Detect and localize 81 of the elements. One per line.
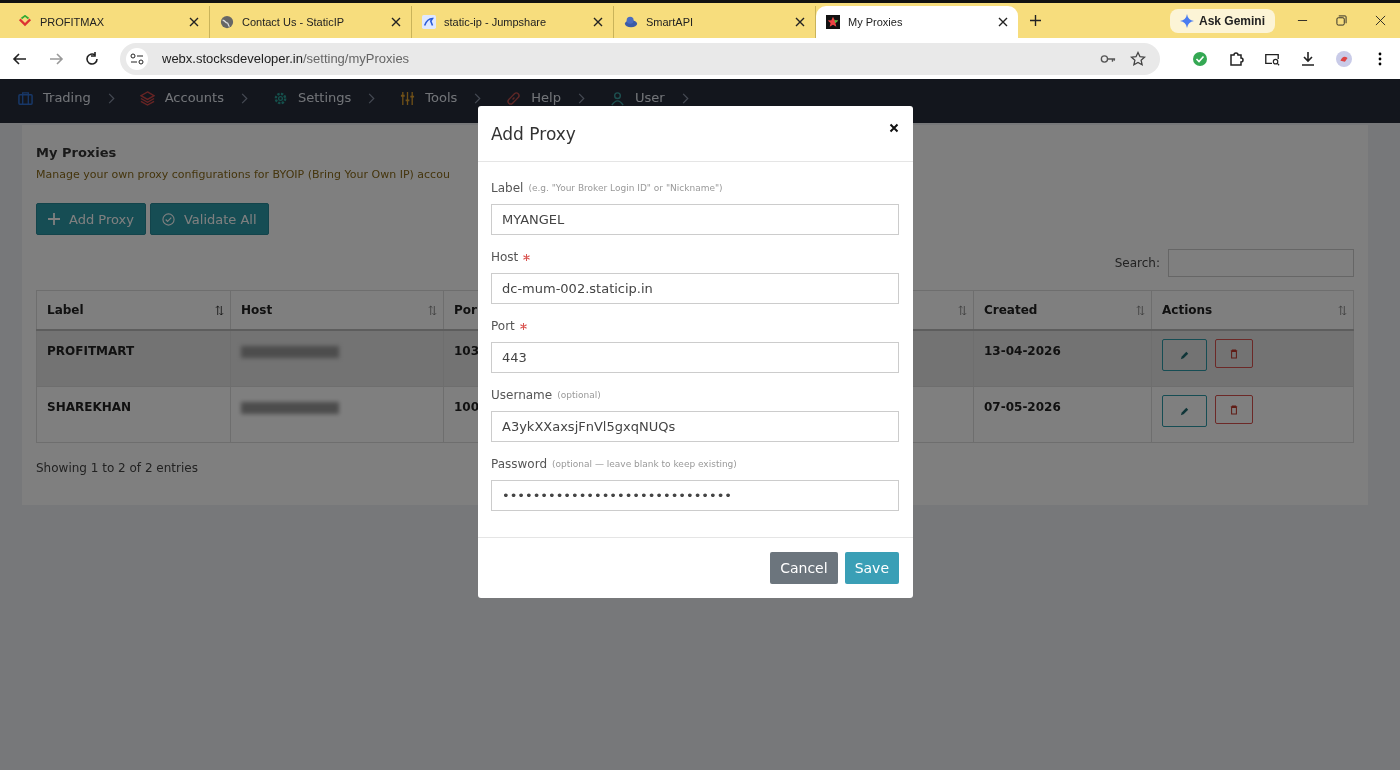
url-text: webx.stocksdeveloper.in/setting/myProxies	[162, 51, 410, 66]
action-button[interactable]: Add Proxy	[36, 203, 146, 235]
pencil-icon	[1179, 349, 1190, 361]
input-field[interactable]: ••••••••••••••••••••••••••••••	[491, 480, 899, 511]
chevron-right-icon	[106, 92, 115, 104]
field-hint: (optional)	[557, 390, 601, 400]
delete-button[interactable]	[1215, 395, 1253, 424]
nav-item[interactable]: Settings	[272, 90, 376, 106]
nav-item[interactable]: Tools	[400, 90, 482, 106]
star-icon[interactable]	[1130, 50, 1146, 67]
field-hint: (optional — leave blank to keep existing)	[552, 459, 737, 469]
input-field[interactable]: A3ykXXaxsjFnVl5gxqNUQs	[491, 411, 899, 442]
back-icon[interactable]	[12, 50, 28, 67]
page-description: Manage your own proxy configurations for BYOIP (Bring Your Own IP) accou	[36, 168, 451, 181]
favicon-icon	[422, 15, 436, 29]
field-label: Username	[491, 388, 553, 402]
chevron-right-icon	[367, 92, 376, 104]
download-icon[interactable]	[1300, 50, 1316, 67]
forward-icon[interactable]	[48, 50, 64, 67]
close-icon[interactable]	[1375, 15, 1386, 26]
new-tab-icon[interactable]	[1030, 15, 1041, 26]
input-field[interactable]: 443	[491, 342, 899, 373]
table-cell: SHAREKHAN	[36, 386, 231, 443]
extensions-icon[interactable]	[1228, 50, 1244, 67]
sliders-icon	[400, 90, 416, 106]
field-hint: (e.g. "Your Broker Login ID" or "Nickname")	[528, 183, 723, 193]
favicon-icon	[18, 15, 32, 29]
search-field[interactable]	[1168, 249, 1354, 277]
nav-item[interactable]: User	[609, 90, 689, 106]
field-label: Label	[491, 181, 524, 195]
close-tab-icon[interactable]	[998, 17, 1008, 27]
input-field[interactable]: MYANGEL	[491, 204, 899, 235]
field-label: Password	[491, 457, 548, 471]
close-tab-icon[interactable]	[189, 17, 199, 27]
browser-tab[interactable]: My Proxies	[816, 6, 1018, 38]
nav-item[interactable]: Help	[506, 90, 585, 106]
nav-item[interactable]: Accounts	[139, 90, 248, 106]
save-button[interactable]: Save	[844, 552, 899, 584]
favicon-icon	[624, 15, 638, 29]
trash-icon	[1230, 348, 1238, 359]
plus-icon	[48, 213, 60, 225]
table-cell: 13-04-2026	[973, 330, 1152, 387]
reload-icon[interactable]	[84, 50, 100, 67]
avatar-icon[interactable]	[1336, 50, 1352, 67]
input-field[interactable]: dc-mum-002.staticip.in	[491, 273, 899, 304]
table-cell: 07-05-2026	[973, 386, 1152, 443]
check-icon[interactable]	[1192, 50, 1208, 67]
dialog-title: Add Proxy	[491, 123, 576, 144]
restore-icon[interactable]	[1336, 15, 1347, 26]
chevron-right-icon	[576, 92, 585, 104]
pencil-icon	[1179, 405, 1190, 417]
ask-gemini-button[interactable]: Ask Gemini	[1169, 8, 1275, 33]
chevron-right-icon	[680, 92, 689, 104]
briefcase-icon	[18, 90, 33, 106]
table-cell: PROFITMART	[36, 330, 231, 387]
cancel-button[interactable]: Cancel	[770, 552, 838, 584]
entries-info: Showing 1 to 2 of 2 entries	[36, 461, 198, 475]
favicon-icon	[826, 15, 840, 29]
chevron-right-icon	[239, 92, 248, 104]
close-tab-icon[interactable]	[391, 17, 401, 27]
page-title: My Proxies	[36, 145, 118, 160]
action-button[interactable]: Validate All	[149, 203, 269, 235]
layers-icon	[139, 90, 155, 106]
close-tab-icon[interactable]	[593, 17, 603, 27]
site-settings-icon[interactable]	[126, 47, 148, 70]
check-circle-icon	[161, 212, 175, 226]
close-icon[interactable]	[889, 122, 899, 133]
nav-item[interactable]: Trading	[18, 90, 115, 106]
sort-icon[interactable]	[215, 305, 224, 316]
trash-icon	[1230, 404, 1238, 415]
link-icon	[506, 90, 522, 106]
favicon-icon	[220, 15, 234, 29]
gear-icon	[272, 90, 288, 106]
chevron-right-icon	[473, 92, 482, 104]
close-tab-icon[interactable]	[795, 17, 805, 27]
field-label: Host	[491, 250, 519, 264]
sparkle-icon	[1179, 13, 1194, 28]
field-label: Port	[491, 319, 515, 333]
user-icon	[609, 90, 625, 106]
search-label: Search:	[1114, 256, 1160, 270]
address-bar[interactable]: webx.stocksdeveloper.in/setting/myProxies	[120, 42, 1160, 75]
